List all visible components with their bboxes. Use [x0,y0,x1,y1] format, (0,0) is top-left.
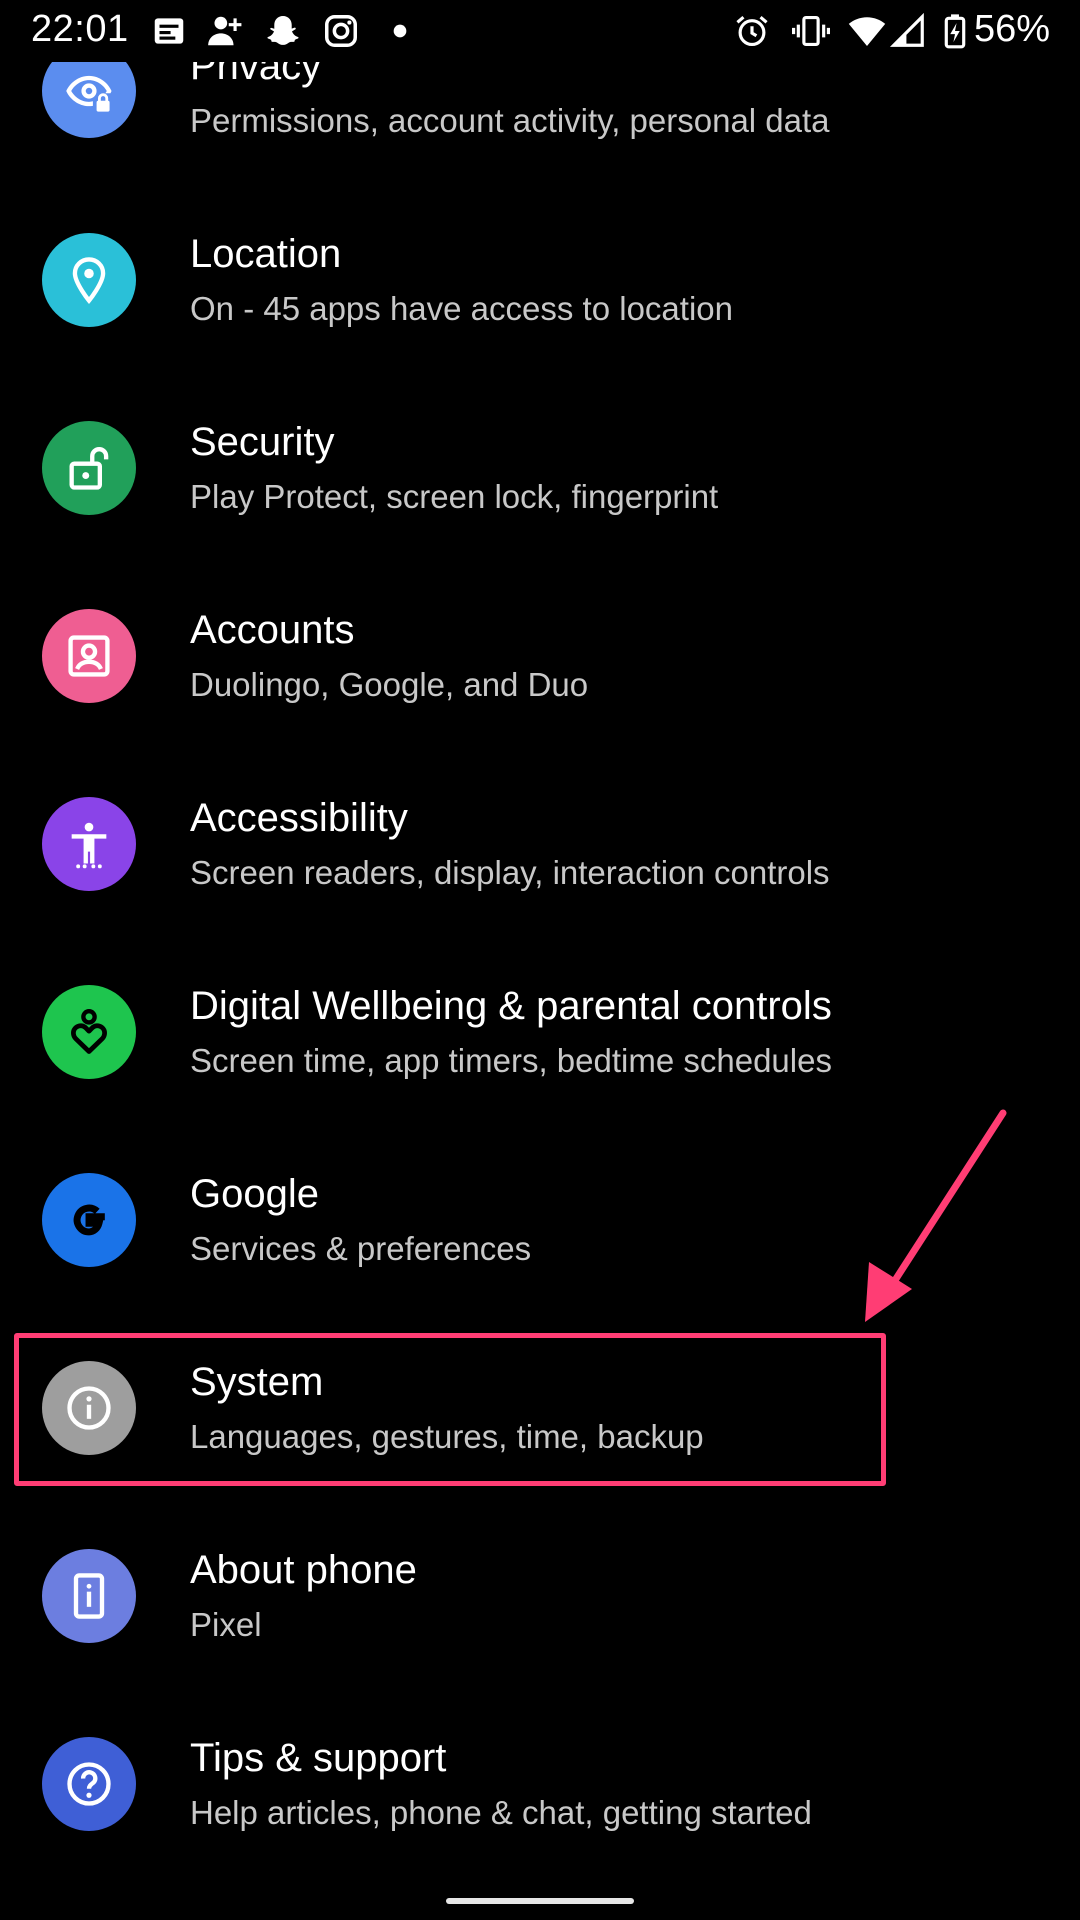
gesture-nav-handle[interactable] [446,1898,634,1904]
wellbeing-heart-icon [42,985,136,1079]
vibrate-icon [792,15,830,47]
settings-item-location[interactable]: Location On - 45 apps have access to loc… [0,188,1080,376]
settings-item-title: System [190,1360,324,1404]
status-bar: 22:01 56% [0,0,1080,62]
settings-item-title: Digital Wellbeing & parental controls [190,984,832,1028]
settings-item-subtitle: Help articles, phone & chat, getting sta… [190,1794,812,1831]
settings-item-title: Google [190,1172,319,1216]
dot-icon [393,24,407,38]
settings-item-subtitle: Pixel [190,1606,262,1643]
settings-item-subtitle: Services & preferences [190,1230,532,1267]
settings-item-title: Accessibility [190,796,408,840]
add-contact-icon [208,16,242,46]
settings-item-google[interactable]: Google Services & preferences [0,1128,1080,1316]
settings-item-title: Location [190,232,342,276]
battery-percentage: 56% [974,8,1051,50]
instagram-icon [325,15,357,47]
wifi-icon [848,17,886,47]
settings-item-subtitle: On - 45 apps have access to location [190,290,733,327]
settings-item-tips-support[interactable]: Tips & support Help articles, phone & ch… [0,1692,1080,1880]
settings-item-title: Accounts [190,608,355,652]
settings-item-accessibility[interactable]: Accessibility Screen readers, display, i… [0,752,1080,940]
settings-item-security[interactable]: Security Play Protect, screen lock, fing… [0,376,1080,564]
info-icon [42,1361,136,1455]
account-box-icon [42,609,136,703]
settings-item-subtitle: Permissions, account activity, personal … [190,102,830,139]
news-icon [154,18,184,44]
settings-item-subtitle: Duolingo, Google, and Duo [190,666,589,703]
location-pin-icon [42,233,136,327]
settings-item-subtitle: Play Protect, screen lock, fingerprint [190,478,719,515]
snapchat-icon [267,15,299,45]
google-g-icon [42,1173,136,1267]
settings-item-accounts[interactable]: Accounts Duolingo, Google, and Duo [0,564,1080,752]
settings-item-subtitle: Languages, gestures, time, backup [190,1418,704,1455]
accessibility-icon [42,797,136,891]
help-icon [42,1737,136,1831]
settings-item-title: About phone [190,1548,417,1592]
settings-item-system[interactable]: System Languages, gestures, time, backup [0,1316,1080,1504]
settings-item-about-phone[interactable]: About phone Pixel [0,1504,1080,1692]
battery-charging-icon [944,14,966,49]
phone-info-icon [42,1549,136,1643]
settings-item-subtitle: Screen time, app timers, bedtime schedul… [190,1042,832,1079]
unlock-icon [42,421,136,515]
status-time: 22:01 [31,8,129,50]
settings-list: Privacy Permissions, account activity, p… [0,0,1080,1920]
alarm-icon [736,16,768,47]
settings-item-title: Tips & support [190,1736,447,1780]
settings-item-subtitle: Screen readers, display, interaction con… [190,854,830,891]
settings-item-digital-wellbeing[interactable]: Digital Wellbeing & parental controls Sc… [0,940,1080,1128]
settings-item-title: Security [190,420,335,464]
signal-icon [889,12,924,47]
